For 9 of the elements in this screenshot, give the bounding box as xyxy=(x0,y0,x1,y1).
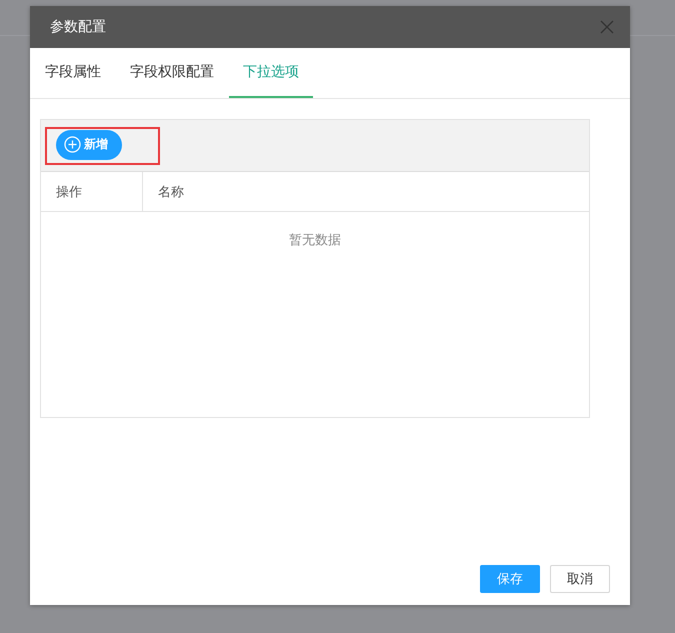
column-header: 操作 xyxy=(41,172,143,211)
column-header: 名称 xyxy=(157,184,184,202)
tab[interactable]: 字段属性 xyxy=(31,48,115,98)
tab[interactable]: 字段权限配置 xyxy=(116,48,228,98)
dialog-title: 参数配置 xyxy=(50,18,106,36)
plus-circle-icon xyxy=(64,136,81,153)
empty-message: 暂无数据 xyxy=(289,232,341,249)
close-icon[interactable] xyxy=(600,20,614,34)
cancel-button[interactable]: 取消 xyxy=(550,565,610,593)
